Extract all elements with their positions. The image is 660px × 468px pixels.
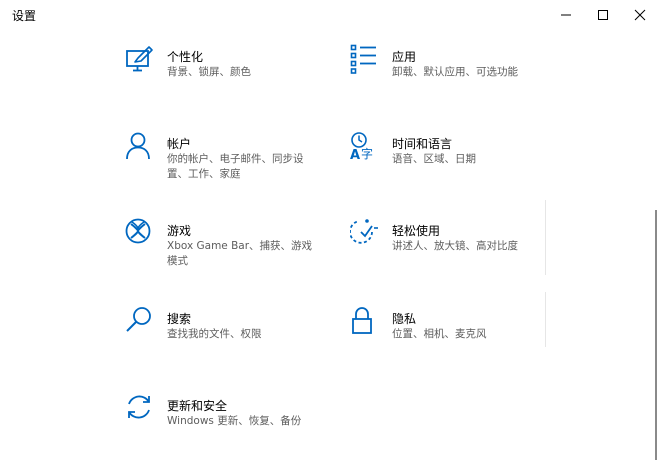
tile-description: 位置、相机、麦克风 — [392, 328, 487, 340]
tile-description: Xbox Game Bar、捕获、游戏模式 — [167, 240, 313, 267]
tile-description: 查找我的文件、权限 — [167, 328, 262, 340]
tile-privacy[interactable]: 隐私 位置、相机、麦克风 — [350, 306, 570, 376]
svg-text:字: 字 — [361, 146, 373, 161]
tile-time-language[interactable]: A 字 时间和语言 语音、区域、日期 — [350, 131, 570, 201]
tile-apps[interactable]: 应用 卸载、默认应用、可选功能 — [350, 44, 570, 114]
ease-of-access-icon — [350, 218, 380, 248]
close-button[interactable] — [620, 0, 660, 30]
tile-description: 你的帐户、电子邮件、同步设置、工作、家庭 — [167, 153, 304, 180]
gaming-icon — [125, 218, 155, 248]
title-bar: 设置 — [0, 0, 660, 30]
tile-description: Windows 更新、恢复、备份 — [167, 415, 302, 427]
update-security-icon — [125, 393, 155, 423]
maximize-icon — [598, 10, 608, 20]
minimize-button[interactable] — [546, 0, 586, 30]
svg-text:A: A — [350, 148, 360, 161]
tile-title: 轻松使用 — [392, 224, 441, 238]
time-language-icon: A 字 — [350, 131, 380, 161]
tile-title: 更新和安全 — [167, 399, 228, 413]
tile-description: 讲述人、放大镜、高对比度 — [392, 240, 518, 252]
scrollbar[interactable] — [655, 210, 657, 460]
tile-title: 应用 — [392, 50, 417, 64]
search-icon — [125, 306, 155, 336]
tile-title: 游戏 — [167, 224, 192, 238]
accounts-icon — [125, 131, 155, 161]
tile-ease-of-access[interactable]: 轻松使用 讲述人、放大镜、高对比度 — [350, 218, 570, 288]
window-title: 设置 — [12, 9, 37, 23]
privacy-lock-icon — [350, 306, 380, 336]
tile-description: 卸载、默认应用、可选功能 — [392, 66, 518, 78]
personalization-icon — [125, 44, 155, 74]
tile-title: 时间和语言 — [392, 137, 453, 151]
apps-icon — [350, 44, 380, 74]
tile-gaming[interactable]: 游戏 Xbox Game Bar、捕获、游戏模式 — [125, 218, 345, 288]
tile-title: 个性化 — [167, 50, 204, 64]
tile-title: 隐私 — [392, 312, 417, 326]
tile-accounts[interactable]: 帐户 你的帐户、电子邮件、同步设置、工作、家庭 — [125, 131, 345, 201]
close-icon — [634, 9, 646, 21]
maximize-button[interactable] — [583, 0, 623, 30]
tile-description: 背景、锁屏、颜色 — [167, 66, 251, 78]
tile-personalization[interactable]: 个性化 背景、锁屏、颜色 — [125, 44, 345, 114]
minimize-icon — [561, 14, 571, 16]
tile-description: 语音、区域、日期 — [392, 153, 476, 165]
tile-title: 搜索 — [167, 312, 192, 326]
tile-search[interactable]: 搜索 查找我的文件、权限 — [125, 306, 345, 376]
tile-title: 帐户 — [167, 137, 192, 151]
tile-update-security[interactable]: 更新和安全 Windows 更新、恢复、备份 — [125, 393, 345, 463]
